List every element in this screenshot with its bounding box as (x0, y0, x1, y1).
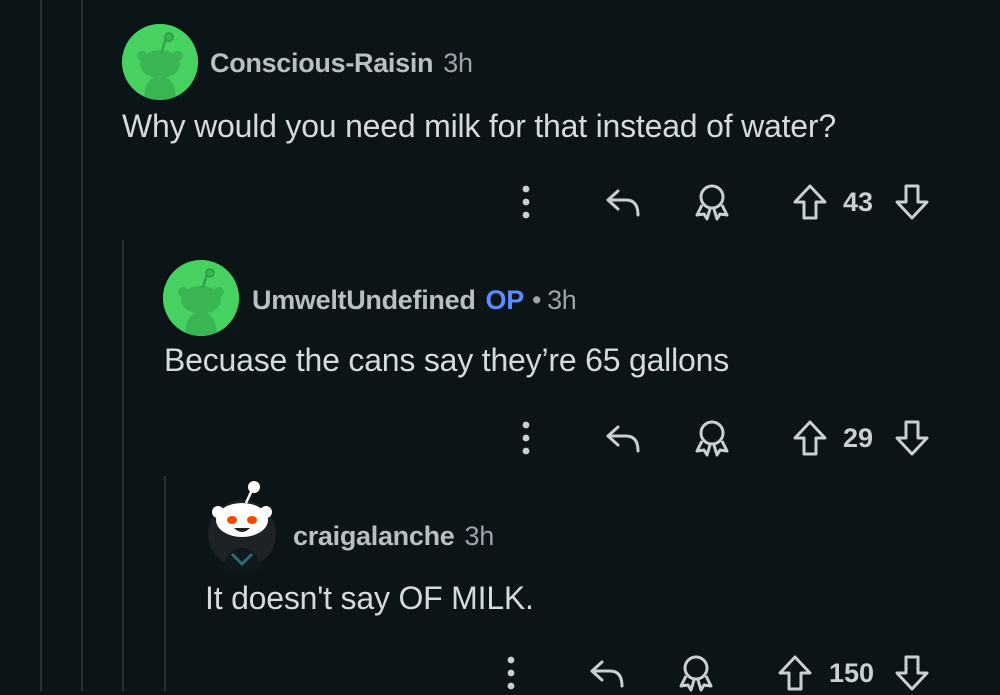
upvote-icon (778, 655, 812, 691)
more-vertical-icon (522, 421, 530, 455)
comment: craigalanche 3h It doesn't say OF MILK. 1… (0, 476, 1000, 692)
upvote-button[interactable] (792, 416, 828, 460)
username-link[interactable]: craigalanche (293, 521, 455, 551)
award-icon (695, 184, 729, 221)
upvote-icon (793, 420, 827, 456)
user-avatar[interactable] (163, 260, 239, 336)
upvote-icon (793, 184, 827, 220)
timestamp: 3h (547, 285, 577, 315)
score-value: 43 (843, 186, 874, 217)
downvote-icon (895, 420, 929, 456)
vote-score: 43 (843, 180, 873, 224)
comment: Conscious-Raisin 3h Why would you need mi… (0, 0, 1000, 240)
comment-body: Why would you need milk for that instead… (122, 108, 836, 144)
vote-score: 150 (829, 651, 874, 695)
more-options-button[interactable] (497, 651, 525, 695)
reply-icon (606, 189, 640, 217)
comment-body: It doesn't say OF MILK. (205, 580, 534, 616)
snoo-icon (163, 260, 239, 336)
award-button[interactable] (694, 180, 730, 224)
comment-meta: UmweltUndefined OP • 3h (252, 287, 577, 314)
op-badge: OP (485, 285, 525, 315)
reply-icon (606, 425, 640, 453)
more-vertical-icon (507, 656, 515, 690)
comment-actions: 29 (0, 416, 1000, 460)
downvote-button[interactable] (894, 651, 930, 695)
user-avatar[interactable] (122, 24, 198, 100)
comment-body: Becuase the cans say they’re 65 gallons (164, 342, 729, 378)
username-link[interactable]: Conscious-Raisin (210, 48, 434, 78)
comment-meta: Conscious-Raisin 3h (210, 50, 473, 77)
upvote-button[interactable] (777, 651, 813, 695)
downvote-button[interactable] (894, 180, 930, 224)
score-value: 29 (843, 422, 874, 453)
comment-actions: 43 (0, 180, 1000, 224)
downvote-icon (895, 184, 929, 220)
comment-meta: craigalanche 3h (293, 523, 494, 550)
snoo-icon (122, 24, 198, 100)
award-icon (679, 655, 713, 692)
reply-button[interactable] (604, 416, 642, 460)
upvote-button[interactable] (792, 180, 828, 224)
comment-actions: 150 (0, 651, 1000, 695)
downvote-button[interactable] (894, 416, 930, 460)
reply-button[interactable] (604, 180, 642, 224)
award-icon (695, 420, 729, 457)
reply-button[interactable] (588, 651, 626, 695)
more-options-button[interactable] (512, 180, 540, 224)
downvote-icon (895, 655, 929, 691)
award-button[interactable] (694, 416, 730, 460)
timestamp: 3h (464, 521, 495, 551)
snoo-icon (208, 481, 276, 572)
more-vertical-icon (522, 185, 530, 219)
vote-score: 29 (843, 416, 873, 460)
comment: UmweltUndefined OP • 3h Becuase the cans sa… (0, 240, 1000, 476)
reply-icon (590, 660, 624, 688)
more-options-button[interactable] (512, 416, 540, 460)
timestamp: 3h (443, 48, 473, 78)
username-link[interactable]: UmweltUndefined (252, 285, 476, 315)
meta-separator: • (531, 285, 542, 315)
score-value: 150 (829, 657, 875, 688)
award-button[interactable] (678, 651, 714, 695)
user-avatar[interactable] (204, 476, 280, 572)
